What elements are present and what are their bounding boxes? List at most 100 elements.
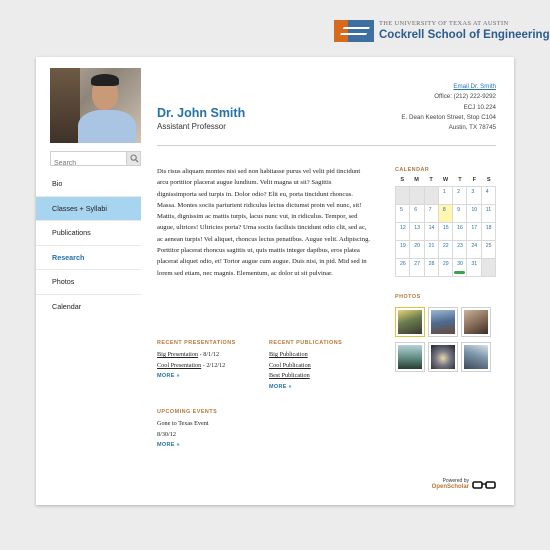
calendar-day[interactable]: 30 <box>453 259 468 277</box>
recent-publications-heading: RECENT PUBLICATIONS <box>269 340 343 346</box>
calendar-day[interactable]: 7 <box>424 205 439 223</box>
calendar-day[interactable]: 2 <box>453 187 468 205</box>
calendar-empty-day <box>424 187 439 205</box>
calendar-weekday-label: W <box>442 177 449 183</box>
calendar-day[interactable]: 13 <box>410 223 425 241</box>
nav-item-classes-syllabi[interactable]: Classes + Syllabi <box>36 196 141 221</box>
calendar-day[interactable]: 28 <box>424 259 439 277</box>
calendar-day[interactable]: 6 <box>410 205 425 223</box>
publication-link[interactable]: Big Publication <box>269 351 308 358</box>
profile-card: Dr. John Smith Assistant Professor Email… <box>36 57 514 505</box>
nav-item-publications[interactable]: Publications <box>36 221 141 246</box>
university-name: THE UNIVERSITY OF TEXAS AT AUSTIN <box>379 19 509 27</box>
calendar-day[interactable]: 26 <box>396 259 411 277</box>
calendar-day[interactable]: 4 <box>481 187 496 205</box>
calendar-day[interactable]: 31 <box>467 259 482 277</box>
bio-text: Dis risus aliquam montes nisi sed non ha… <box>157 168 371 277</box>
calendar-day[interactable]: 17 <box>467 223 482 241</box>
nav-item-research[interactable]: Research <box>36 246 141 270</box>
calendar-heading: CALENDAR <box>395 167 430 173</box>
calendar-day[interactable]: 8 <box>438 205 454 223</box>
street-address: E. Dean Keeton Street, Stop C104 <box>401 113 496 121</box>
calendar-day[interactable]: 20 <box>410 241 425 259</box>
photo-thumbnail[interactable] <box>396 308 424 336</box>
photo-thumbnail[interactable] <box>429 343 457 371</box>
calendar-day[interactable]: 19 <box>396 241 411 259</box>
photo-thumbnail[interactable] <box>462 343 490 371</box>
profile-photo <box>50 68 141 143</box>
calendar-widget: SMTWTFS 1 2 3 4 5 6 7 8 9 10 11 12 13 14 15 16 17 18 19 20 2… <box>395 177 496 277</box>
calendar-day[interactable]: 10 <box>467 205 482 223</box>
recent-presentations-list: Big Presentation - 8/1/12 Cool Presentat… <box>157 350 225 382</box>
calendar-empty-day <box>481 259 496 277</box>
recent-publications-list: Big Publication Cool Publication Best Pu… <box>269 350 311 392</box>
upcoming-events-list: Gone to Texas Event 8/30/12 MORE » <box>157 419 209 451</box>
contact-info: Email Dr. Smith Office: (212) 222-9292 E… <box>401 82 496 133</box>
calendar-weekday-label: S <box>486 177 491 183</box>
search-icon <box>130 154 139 163</box>
office-room: ECJ 10.224 <box>463 103 496 111</box>
event-name[interactable]: Gone to Texas Event <box>157 419 209 430</box>
office-phone: Office: (212) 222-9292 <box>434 93 496 101</box>
city-address: Austin, TX 78745 <box>448 124 496 132</box>
photos-heading: PHOTOS <box>395 294 421 300</box>
photo-thumbnail[interactable] <box>429 308 457 336</box>
calendar-day[interactable]: 1 <box>438 187 454 205</box>
openscholar-brand: OpenScholar <box>431 484 469 490</box>
search-button[interactable] <box>126 152 140 165</box>
events-more-link[interactable]: MORE » <box>157 440 209 451</box>
event-date: 8/30/12 <box>157 430 176 438</box>
photo-thumbnail[interactable] <box>396 343 424 371</box>
calendar-day[interactable]: 14 <box>424 223 439 241</box>
profile-title: Assistant Professor <box>157 122 226 131</box>
calendar-weekday-header: SMTWTFS <box>395 177 496 186</box>
presentation-link[interactable]: Big Presentation <box>157 351 198 358</box>
calendar-day[interactable]: 5 <box>396 205 411 223</box>
photo-thumbnail[interactable] <box>462 308 490 336</box>
calendar-weekday-label: T <box>429 177 433 183</box>
calendar-day[interactable]: 25 <box>481 241 496 259</box>
search-input[interactable] <box>51 157 125 170</box>
nav-item-photos[interactable]: Photos <box>36 270 141 295</box>
list-item: Big Publication <box>269 350 311 361</box>
search-box <box>50 151 141 170</box>
presentation-date: - 2/12/12 <box>201 361 226 369</box>
calendar-day[interactable]: 23 <box>453 241 468 259</box>
ut-cockrell-logo[interactable]: THE UNIVERSITY OF TEXAS AT AUSTIN Cockre… <box>334 20 550 42</box>
publications-more-link[interactable]: MORE » <box>269 382 311 393</box>
calendar-day[interactable]: 18 <box>481 223 496 241</box>
calendar-day[interactable]: 9 <box>453 205 468 223</box>
calendar-weekday-label: S <box>400 177 405 183</box>
calendar-event-marker[interactable] <box>454 271 466 274</box>
upcoming-events-heading: UPCOMING EVENTS <box>157 409 218 415</box>
recent-presentations-heading: RECENT PRESENTATIONS <box>157 340 236 346</box>
calendar-empty-day <box>410 187 425 205</box>
calendar-weekday-label: F <box>472 177 477 183</box>
calendar-day[interactable]: 11 <box>481 205 496 223</box>
presentation-link[interactable]: Cool Presentation <box>157 362 201 369</box>
header-divider <box>157 145 496 146</box>
calendar-weekday-label: T <box>458 177 462 183</box>
calendar-day[interactable]: 24 <box>467 241 482 259</box>
calendar-day[interactable]: 3 <box>467 187 482 205</box>
email-link[interactable]: Email Dr. Smith <box>401 82 496 92</box>
presentation-date: - 8/1/12 <box>198 351 220 358</box>
logo-mark-icon <box>334 20 374 42</box>
nav-item-bio[interactable]: Bio <box>36 172 141 197</box>
calendar-day[interactable]: 15 <box>438 223 454 241</box>
profile-name: Dr. John Smith <box>157 106 246 120</box>
presentations-more-link[interactable]: MORE » <box>157 371 225 382</box>
calendar-day[interactable]: 12 <box>396 223 411 241</box>
calendar-day[interactable]: 27 <box>410 259 425 277</box>
powered-by-openscholar[interactable]: Powered by OpenScholar <box>432 479 496 490</box>
publication-link[interactable]: Best Publication <box>269 372 310 379</box>
publication-link[interactable]: Cool Publication <box>269 362 311 369</box>
school-name: Cockrell School of Engineering <box>379 29 550 41</box>
nav-item-calendar[interactable]: Calendar <box>36 295 141 320</box>
calendar-weekday-label: M <box>414 177 419 183</box>
calendar-day[interactable]: 29 <box>438 259 454 277</box>
calendar-day[interactable]: 16 <box>453 223 468 241</box>
calendar-empty-day <box>396 187 411 205</box>
calendar-day[interactable]: 22 <box>438 241 454 259</box>
calendar-day[interactable]: 21 <box>424 241 439 259</box>
